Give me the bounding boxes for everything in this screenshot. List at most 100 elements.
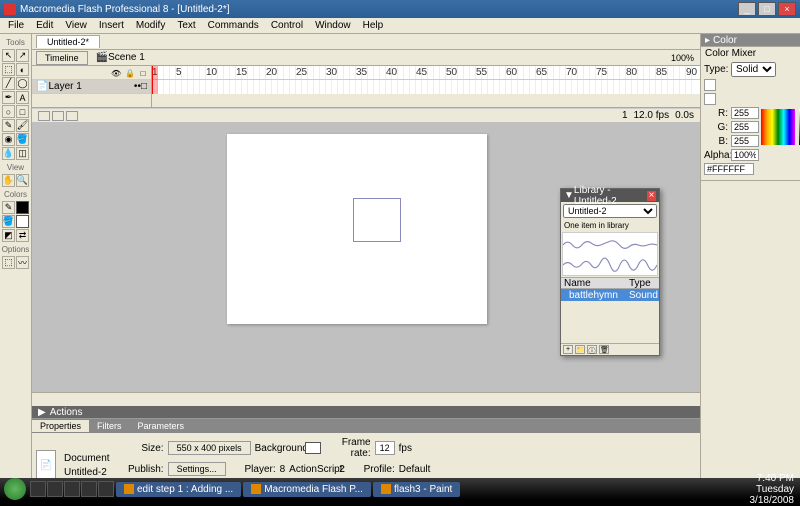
g-input[interactable] (731, 121, 759, 133)
menu-commands[interactable]: Commands (202, 19, 265, 32)
scene-name[interactable]: Scene 1 (108, 52, 145, 63)
type-select[interactable]: Solid (731, 62, 776, 77)
bg-swatch[interactable] (305, 442, 321, 454)
close-button[interactable]: × (778, 2, 796, 16)
doc-tab[interactable]: Untitled-2* (36, 35, 100, 48)
library-panel: ▼Library - Untitled-2× Untitled-2 One it… (560, 188, 660, 356)
tab-filters[interactable]: Filters (89, 420, 130, 432)
gradient-tool[interactable]: ◐ (16, 63, 29, 76)
pen-tool[interactable]: ✒ (2, 91, 15, 104)
menu-view[interactable]: View (59, 19, 93, 32)
lock-icon[interactable]: 🔒 (125, 69, 133, 77)
menu-help[interactable]: Help (357, 19, 390, 32)
hand-tool[interactable]: ✋ (2, 174, 15, 187)
frame-ruler[interactable]: 151015202530354045505560657075808590 (152, 66, 700, 80)
selection-rect[interactable] (353, 198, 401, 242)
color-mixer-header[interactable]: Color Mixer (701, 47, 800, 59)
rect-tool[interactable]: □ (16, 105, 29, 118)
bucket-tool[interactable]: 🪣 (16, 133, 29, 146)
free-transform-tool[interactable]: ⬚ (2, 63, 15, 76)
alpha-input[interactable] (731, 149, 759, 161)
selection-tool[interactable]: ↖ (2, 49, 15, 62)
eye-icon[interactable]: 👁 (111, 69, 119, 77)
document-tabs: Untitled-2* (32, 34, 700, 50)
ql-2[interactable] (47, 481, 63, 497)
menu-edit[interactable]: Edit (30, 19, 59, 32)
subselect-tool[interactable]: ↗ (16, 49, 29, 62)
ink-tool[interactable]: ◉ (2, 133, 15, 146)
layer-row[interactable]: 📄Layer 1••□ (32, 80, 151, 94)
menu-control[interactable]: Control (265, 19, 309, 32)
col-type[interactable]: Type (629, 278, 659, 288)
timeline-toggle[interactable]: Timeline (36, 51, 88, 65)
menu-file[interactable]: File (2, 19, 30, 32)
eyedrop-tool[interactable]: 💧 (2, 147, 15, 160)
col-name[interactable]: Name (561, 278, 629, 288)
library-close-button[interactable]: × (647, 191, 656, 201)
stroke-icon: ✎ (2, 201, 15, 214)
system-tray[interactable]: 7:40 PM Tuesday 3/18/2008 (750, 473, 800, 506)
delete-layer-button[interactable] (66, 111, 78, 121)
ql-3[interactable] (64, 481, 80, 497)
type-label: Type: (704, 64, 728, 75)
ql-1[interactable] (30, 481, 46, 497)
option-snap[interactable]: ⬚ (2, 256, 15, 269)
option-smooth[interactable]: 〰 (16, 256, 29, 269)
library-header[interactable]: ▼Library - Untitled-2× (561, 189, 659, 202)
menu-insert[interactable]: Insert (93, 19, 130, 32)
minimize-button[interactable]: _ (738, 2, 756, 16)
size-button[interactable]: 550 x 400 pixels (168, 441, 251, 455)
hex-input[interactable] (704, 163, 754, 175)
framerate-input[interactable]: 12 (375, 441, 395, 455)
doc-label: Document (64, 453, 110, 464)
new-folder-button[interactable]: 📁 (575, 345, 585, 354)
eraser-tool[interactable]: ◫ (16, 147, 29, 160)
line-tool[interactable]: ╱ (2, 77, 15, 90)
ql-5[interactable] (98, 481, 114, 497)
playhead[interactable] (152, 66, 158, 94)
actions-panel-header[interactable]: ▶Actions (32, 406, 700, 418)
oval-tool[interactable]: ○ (2, 105, 15, 118)
stroke-swatch[interactable] (16, 201, 29, 214)
menu-text[interactable]: Text (171, 19, 201, 32)
tab-properties[interactable]: Properties (32, 420, 89, 432)
maximize-button[interactable]: □ (758, 2, 776, 16)
lasso-tool[interactable]: ◯ (16, 77, 29, 90)
brush-tool[interactable]: 🖌 (16, 119, 29, 132)
publish-settings-button[interactable]: Settings... (168, 462, 226, 476)
properties-button[interactable]: ⓘ (587, 345, 597, 354)
task-item-3[interactable]: flash3 - Paint (373, 482, 460, 497)
fill-color-icon[interactable] (704, 93, 716, 105)
delete-button[interactable]: 🗑 (599, 345, 609, 354)
menu-window[interactable]: Window (309, 19, 357, 32)
add-layer-button[interactable] (38, 111, 50, 121)
outline-icon[interactable]: □ (139, 69, 147, 77)
fill-swatch[interactable] (16, 215, 29, 228)
zoom-tool[interactable]: 🔍 (16, 174, 29, 187)
color-picker[interactable] (761, 109, 795, 145)
titlebar: Macromedia Flash Professional 8 - [Untit… (0, 0, 800, 18)
library-item[interactable]: battlehymnSound (561, 289, 659, 301)
new-symbol-button[interactable]: + (563, 345, 573, 354)
library-doc-select[interactable]: Untitled-2 (563, 204, 657, 218)
stroke-color-icon[interactable] (704, 79, 716, 91)
r-input[interactable] (731, 107, 759, 119)
text-tool[interactable]: A (16, 91, 29, 104)
color-header[interactable]: ▸Color (701, 34, 800, 46)
add-folder-button[interactable] (52, 111, 64, 121)
b-input[interactable] (731, 135, 759, 147)
default-colors[interactable]: ◩ (2, 229, 15, 242)
triangle-icon: ▸ (705, 35, 710, 46)
menu-modify[interactable]: Modify (130, 19, 171, 32)
zoom-value[interactable]: 100% (671, 53, 694, 63)
frame-track[interactable] (152, 80, 700, 94)
scrollbar-h[interactable] (32, 392, 700, 406)
ql-4[interactable] (81, 481, 97, 497)
task-item-2[interactable]: Macromedia Flash P... (243, 482, 371, 497)
stage[interactable] (227, 134, 487, 324)
start-button[interactable] (4, 478, 26, 500)
tab-parameters[interactable]: Parameters (130, 420, 193, 432)
pencil-tool[interactable]: ✎ (2, 119, 15, 132)
task-item-1[interactable]: edit step 1 : Adding ... (116, 482, 241, 497)
swap-colors[interactable]: ⇄ (16, 229, 29, 242)
